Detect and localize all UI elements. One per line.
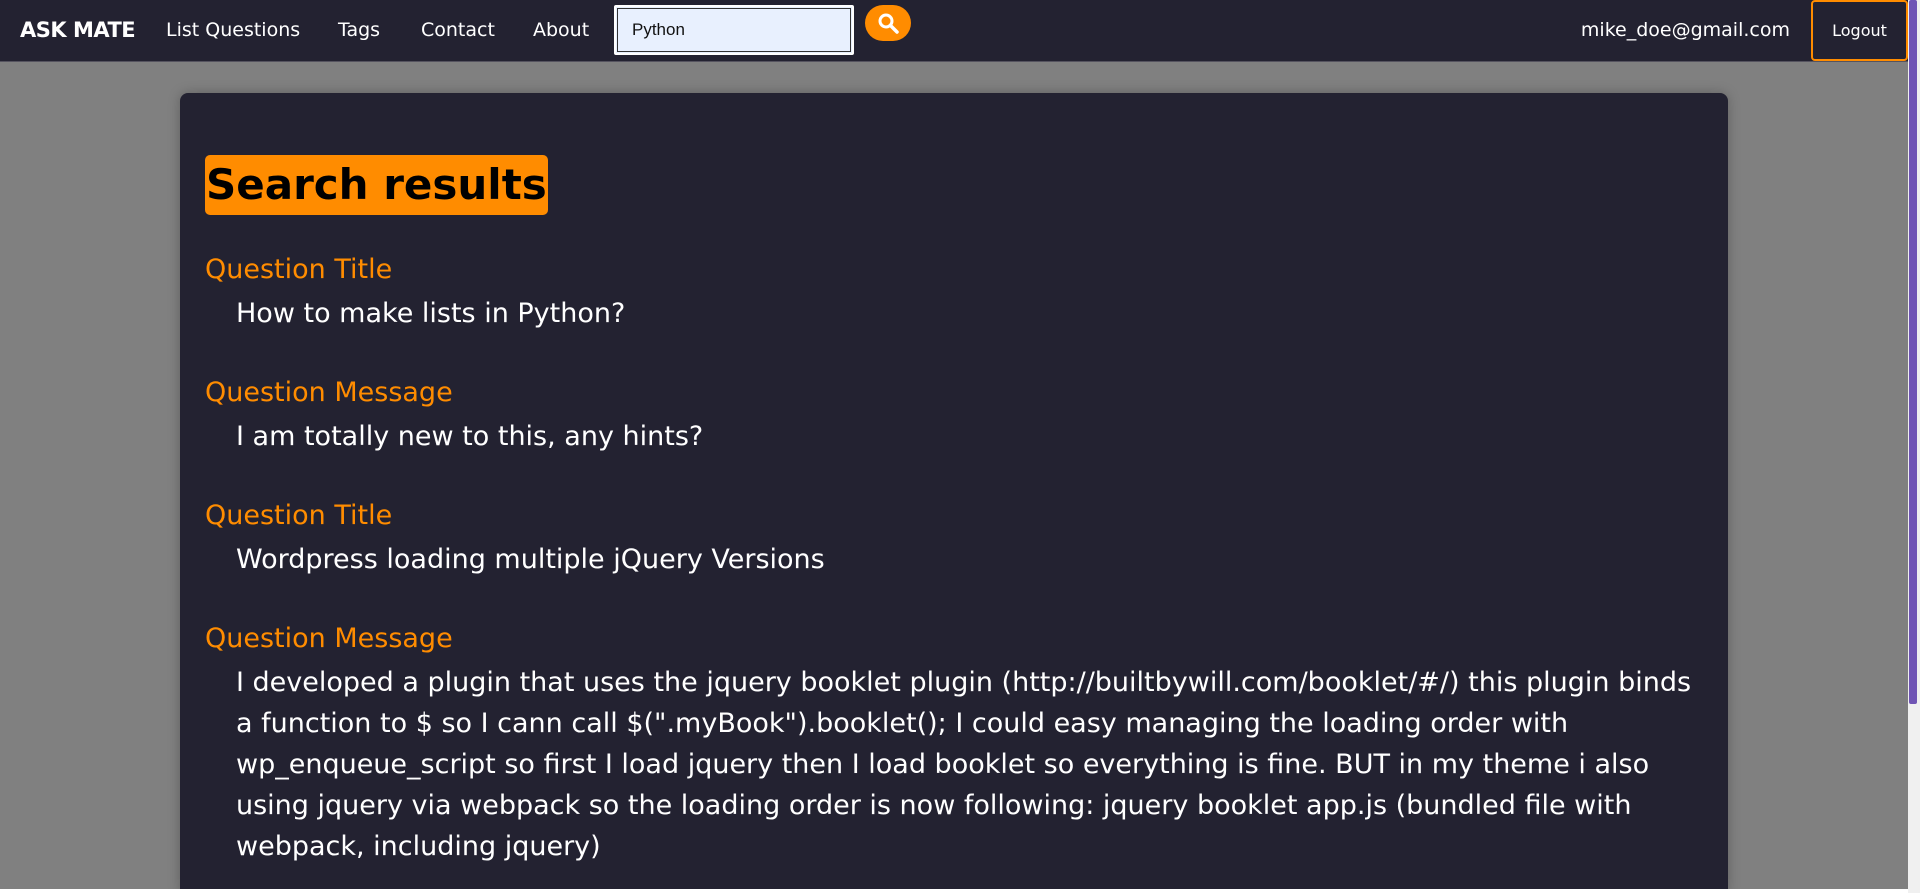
navbar: ASK MATE List Questions Tags Contact Abo… [0,0,1920,62]
result-question-title: How to make lists in Python? [236,298,626,329]
nav-link-list-questions[interactable]: List Questions [166,19,300,41]
result-label-title: Question Title [205,254,393,285]
logout-button[interactable]: Logout [1811,0,1908,61]
search-input[interactable] [614,5,854,55]
result-label-title: Question Title [205,500,393,531]
search-icon [878,13,899,34]
result-question-title: Wordpress loading multiple jQuery Versio… [236,544,825,575]
search-button[interactable] [865,5,911,41]
result-question-message: I am totally new to this, any hints? [236,421,704,452]
nav-link-contact[interactable]: Contact [421,19,495,41]
nav-link-tags[interactable]: Tags [338,19,380,41]
page-bottom-edge [0,889,1908,893]
nav-link-about[interactable]: About [533,19,589,41]
user-email: mike_doe@gmail.com [1580,19,1790,41]
result-question-message: I developed a plugin that uses the jquer… [236,667,1692,862]
scrollbar-thumb[interactable] [1909,0,1917,704]
brand-logo[interactable]: ASK MATE [20,18,136,42]
result-label-message: Question Message [205,623,453,654]
result-label-message: Question Message [205,377,453,408]
page-title: Search results [205,155,548,215]
